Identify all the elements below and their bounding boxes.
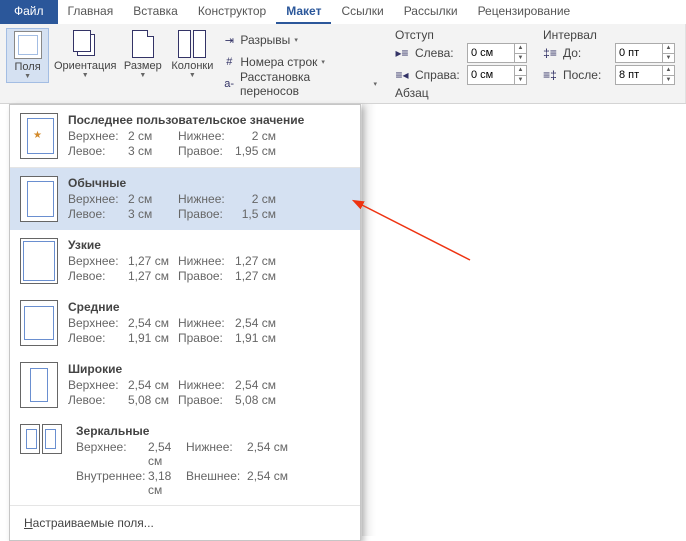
spacing-before-icon: ‡≡ [543, 46, 557, 60]
chevron-down-icon: ▾ [373, 80, 377, 88]
chevron-down-icon: ▼ [24, 73, 31, 80]
tab-review[interactable]: Рецензирование [468, 0, 581, 24]
tab-insert[interactable]: Вставка [123, 0, 188, 24]
orientation-icon [71, 30, 99, 58]
margin-thumb-icon [20, 424, 66, 497]
margin-option-narrow[interactable]: Узкие Верхнее:1,27 смНижнее:1,27 см Лево… [10, 230, 360, 292]
tab-home[interactable]: Главная [58, 0, 124, 24]
linenumbers-icon: # [222, 55, 236, 69]
columns-button[interactable]: Колонки ▼ [170, 28, 214, 81]
hyphenation-icon: a- [222, 77, 236, 91]
margin-option-wide[interactable]: Широкие Верхнее:2,54 смНижнее:2,54 см Ле… [10, 354, 360, 416]
spacing-after-icon: ≡‡ [543, 68, 557, 82]
option-title: Обычные [68, 176, 350, 190]
linenumbers-button[interactable]: #Номера строк ▾ [220, 52, 379, 72]
margins-button[interactable]: Поля ▼ [6, 28, 49, 83]
indent-heading: Отступ [395, 28, 527, 42]
spacing-after-input[interactable]: ▲▼ [615, 65, 675, 85]
indent-right-label: Справа: [415, 68, 461, 82]
size-icon [132, 30, 154, 58]
orientation-label: Ориентация [54, 60, 116, 72]
paragraph-group-label: Абзац [395, 86, 675, 100]
hyphenation-button[interactable]: a-Расстановка переносов ▾ [220, 74, 379, 94]
margin-option-mirrored[interactable]: Зеркальные Верхнее:2,54 смНижнее:2,54 см… [10, 416, 360, 505]
margins-label: Поля [15, 61, 41, 73]
option-title: Широкие [68, 362, 350, 376]
margin-thumb-icon [20, 300, 58, 346]
size-label: Размер [124, 60, 162, 72]
option-title: Узкие [68, 238, 350, 252]
ribbon: Поля ▼ Ориентация ▼ Размер ▼ Колонки ▼ ⇥… [0, 24, 686, 104]
page-shadow [362, 104, 376, 536]
columns-icon [178, 30, 206, 58]
indent-left-input[interactable]: ▲▼ [467, 43, 527, 63]
chevron-down-icon: ▾ [294, 36, 298, 44]
indent-right-icon: ≡◂ [395, 68, 409, 82]
columns-label: Колонки [171, 60, 213, 72]
indent-right-input[interactable]: ▲▼ [467, 65, 527, 85]
ribbon-tabs: Файл Главная Вставка Конструктор Макет С… [0, 0, 686, 24]
margin-thumb-icon: ★ [20, 113, 58, 159]
size-button[interactable]: Размер ▼ [121, 28, 164, 81]
chevron-down-icon: ▼ [82, 72, 89, 79]
orientation-button[interactable]: Ориентация ▼ [55, 28, 115, 81]
chevron-down-icon: ▼ [139, 72, 146, 79]
tab-design[interactable]: Конструктор [188, 0, 276, 24]
margins-dropdown: ★ Последнее пользовательское значение Ве… [9, 104, 361, 541]
spacing-before-input[interactable]: ▲▼ [615, 43, 675, 63]
margin-option-last-custom[interactable]: ★ Последнее пользовательское значение Ве… [10, 105, 360, 167]
margins-icon [14, 31, 42, 59]
chevron-down-icon: ▼ [189, 72, 196, 79]
tab-file[interactable]: Файл [0, 0, 58, 24]
option-title: Зеркальные [76, 424, 350, 438]
indent-left-icon: ▸≡ [395, 46, 409, 60]
margin-thumb-icon [20, 238, 58, 284]
option-title: Последнее пользовательское значение [68, 113, 350, 127]
margin-option-moderate[interactable]: Средние Верхнее:2,54 смНижнее:2,54 см Ле… [10, 292, 360, 354]
tab-layout[interactable]: Макет [276, 0, 331, 24]
tab-mailings[interactable]: Рассылки [394, 0, 468, 24]
indent-left-label: Слева: [415, 46, 461, 60]
star-icon: ★ [33, 130, 42, 141]
option-title: Средние [68, 300, 350, 314]
spacing-after-label: После: [563, 68, 609, 82]
breaks-icon: ⇥ [222, 33, 236, 47]
spacing-before-label: До: [563, 46, 609, 60]
margin-thumb-icon [20, 176, 58, 222]
spacing-heading: Интервал [543, 28, 675, 42]
tab-references[interactable]: Ссылки [331, 0, 393, 24]
custom-margins-button[interactable]: Настраиваемые поля... [10, 505, 360, 540]
chevron-down-icon: ▾ [321, 58, 325, 66]
margin-thumb-icon [20, 362, 58, 408]
breaks-button[interactable]: ⇥Разрывы ▾ [220, 30, 379, 50]
margin-option-normal[interactable]: Обычные Верхнее:2 смНижнее:2 см Левое:3 … [10, 168, 360, 230]
